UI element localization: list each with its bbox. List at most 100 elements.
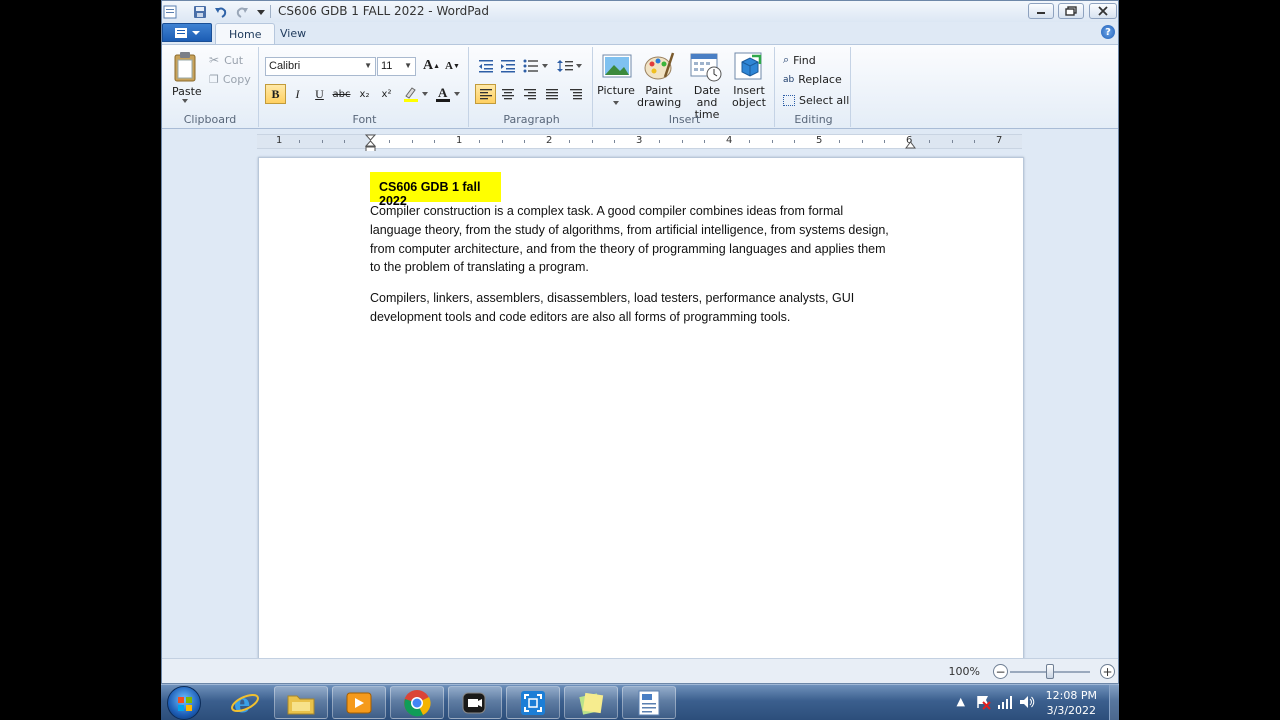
cut-label: Cut xyxy=(224,53,244,67)
paste-icon[interactable] xyxy=(172,51,198,83)
subscript-button[interactable]: x₂ xyxy=(354,84,375,104)
font-color-icon: A xyxy=(436,86,460,102)
show-desktop-button[interactable] xyxy=(1109,685,1119,720)
ruler-tick xyxy=(794,140,795,143)
insert-group: Picture Paint drawing Date and time Inse… xyxy=(595,47,775,127)
paint-palette-icon[interactable] xyxy=(643,51,675,81)
picture-dropdown-icon[interactable] xyxy=(613,101,619,105)
zoom-out-button[interactable]: − xyxy=(993,664,1008,679)
highlighter-icon xyxy=(404,87,428,102)
strikethrough-button[interactable]: abc xyxy=(331,84,352,104)
ruler-tick xyxy=(929,140,930,143)
font-color-button[interactable]: A xyxy=(432,84,462,104)
action-center-icon[interactable] xyxy=(975,694,991,713)
taskbar-sticky-notes[interactable] xyxy=(564,686,618,719)
clock-date: 3/3/2022 xyxy=(1046,704,1097,717)
copy-label: Copy xyxy=(222,73,251,86)
paste-button[interactable]: Paste xyxy=(172,85,202,98)
underline-button[interactable]: U xyxy=(309,84,330,104)
minimize-button[interactable] xyxy=(1028,3,1054,19)
restore-button[interactable] xyxy=(1058,3,1084,19)
paragraph-settings-icon[interactable] xyxy=(565,84,586,104)
ruler-tick xyxy=(479,140,480,143)
calendar-clock-icon[interactable] xyxy=(690,52,722,82)
taskbar-camera-app[interactable] xyxy=(448,686,502,719)
font-group: Calibri ▼ 11 ▼ A ▲ A ▼ B I U abc x₂ x² A F… xyxy=(261,47,469,127)
taskbar-file-explorer[interactable] xyxy=(274,686,328,719)
select-all-label: Select all xyxy=(799,94,850,107)
undo-icon[interactable] xyxy=(213,4,229,19)
taskbar-chrome[interactable] xyxy=(390,686,444,719)
cut-button[interactable]: ✂ Cut xyxy=(209,53,243,67)
replace-icon: ab xyxy=(783,74,795,85)
paragraph-2[interactable]: Compilers, linkers, assemblers, disassem… xyxy=(370,289,890,327)
chevron-down-icon: ▼ xyxy=(404,61,412,70)
start-button[interactable] xyxy=(167,686,201,720)
ruler-tick xyxy=(862,140,863,143)
taskbar-media-player[interactable] xyxy=(332,686,386,719)
customize-toolbar-icon[interactable] xyxy=(253,4,269,19)
document-title[interactable]: CS606 GDB 1 fall 2022 xyxy=(370,172,501,208)
help-icon[interactable]: ? xyxy=(1101,25,1115,39)
volume-icon[interactable] xyxy=(1019,694,1035,713)
taskbar-internet-explorer[interactable]: e xyxy=(218,686,272,719)
bullet-list-icon[interactable] xyxy=(521,56,551,76)
ruler[interactable]: 1 1 2 3 4 5 6 7 xyxy=(257,134,1022,153)
insert-object-icon[interactable] xyxy=(734,52,764,82)
folder-icon xyxy=(287,695,315,714)
paragraph-1[interactable]: Compiler construction is a complex task.… xyxy=(370,202,890,277)
increase-indent-icon[interactable] xyxy=(497,56,518,76)
wordpad-window: CS606 GDB 1 FALL 2022 - WordPad Home Vie… xyxy=(161,0,1119,684)
system-clock[interactable]: 12:08 PM 3/3/2022 xyxy=(1046,688,1097,718)
ruler-tick xyxy=(322,140,323,143)
document-area[interactable]: CS606 GDB 1 fall 2022 Compiler construct… xyxy=(162,151,1118,667)
taskbar-wordpad[interactable] xyxy=(622,686,676,719)
paint-drawing-button[interactable]: Paint drawing xyxy=(637,85,681,109)
paste-dropdown-icon[interactable] xyxy=(182,99,188,103)
shrink-font-icon[interactable]: A ▼ xyxy=(442,56,463,76)
ruler-number: 3 xyxy=(636,135,643,146)
decrease-indent-icon[interactable] xyxy=(475,56,496,76)
taskbar-snipping-tool[interactable] xyxy=(506,686,560,719)
find-label: Find xyxy=(793,53,816,67)
justify-icon[interactable] xyxy=(541,84,562,104)
picture-button[interactable]: Picture xyxy=(597,85,635,97)
application-menu-button[interactable] xyxy=(162,23,212,42)
zoom-slider-thumb[interactable] xyxy=(1046,664,1054,679)
ruler-tick xyxy=(884,140,885,143)
insert-object-button[interactable]: Insert object xyxy=(728,85,770,109)
ruler-tick xyxy=(682,140,683,143)
align-center-icon[interactable] xyxy=(497,84,518,104)
replace-button[interactable]: ab Replace xyxy=(783,73,842,86)
sticky-notes-icon xyxy=(579,692,604,715)
line-spacing-icon[interactable] xyxy=(555,56,585,76)
align-left-icon[interactable] xyxy=(475,84,496,104)
find-button[interactable]: ⌕ Find xyxy=(783,53,816,67)
select-all-button[interactable]: Select all xyxy=(783,94,849,107)
network-icon[interactable] xyxy=(997,694,1013,713)
close-button[interactable] xyxy=(1089,3,1117,19)
picture-icon[interactable] xyxy=(602,53,632,81)
zoom-in-button[interactable]: + xyxy=(1100,664,1115,679)
object-label-line2: object xyxy=(732,96,766,109)
ruler-number: 1 xyxy=(456,135,463,146)
bold-button[interactable]: B xyxy=(265,84,286,104)
right-indent-marker[interactable] xyxy=(905,140,916,149)
font-size-select[interactable]: 11 ▼ xyxy=(377,57,416,76)
show-hidden-icons[interactable]: ▲ xyxy=(957,695,965,708)
superscript-button[interactable]: x² xyxy=(376,84,397,104)
italic-button[interactable]: I xyxy=(287,84,308,104)
save-icon[interactable] xyxy=(192,4,208,19)
title-separator xyxy=(270,5,271,18)
ruler-number: 1 xyxy=(276,135,283,146)
highlight-color-button[interactable] xyxy=(400,84,430,104)
document-page[interactable]: CS606 GDB 1 fall 2022 Compiler construct… xyxy=(258,157,1024,667)
grow-font-icon[interactable]: A ▲ xyxy=(421,56,442,76)
taskbar: e ▲ 12:08 PM 3/3/2022 xyxy=(161,684,1119,720)
copy-button[interactable]: ❐ Copy xyxy=(209,73,251,86)
ruler-number: 5 xyxy=(816,135,823,146)
align-right-icon[interactable] xyxy=(519,84,540,104)
redo-icon[interactable] xyxy=(234,4,250,19)
font-family-select[interactable]: Calibri ▼ xyxy=(265,57,376,76)
tab-view[interactable]: View xyxy=(267,23,319,44)
